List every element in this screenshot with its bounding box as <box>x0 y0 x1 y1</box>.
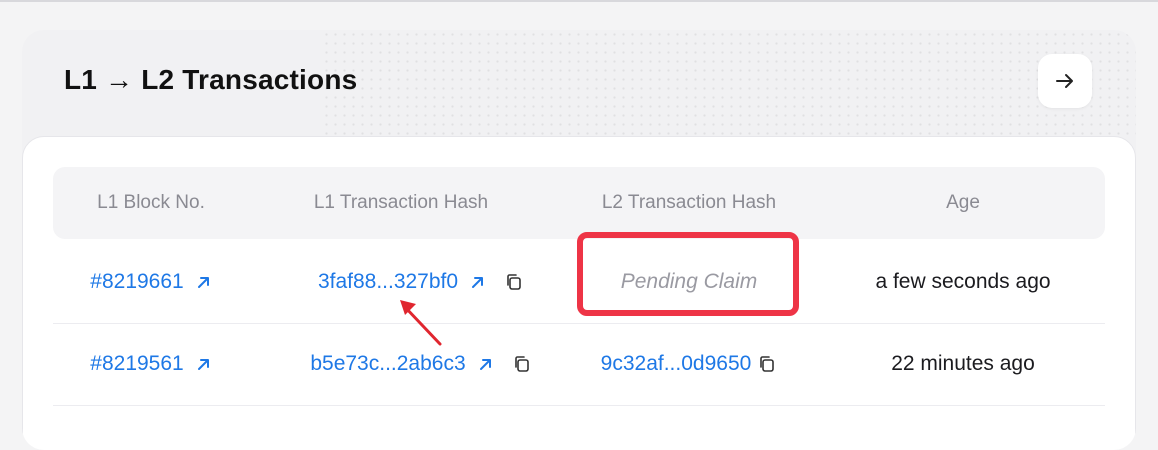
panel-title: L1 → L2 Transactions <box>64 64 358 95</box>
l1-block-link[interactable]: #8219561 <box>90 352 183 376</box>
table-row: #8219561 b5e73c...2ab6c3 9c32af...0d9650 <box>53 323 1105 406</box>
external-link-icon[interactable] <box>470 274 486 290</box>
copy-icon[interactable] <box>757 354 777 374</box>
annotation-highlight-box <box>577 232 799 316</box>
annotation-arrow-icon <box>400 300 442 346</box>
l1-block-cell: #8219661 <box>61 241 241 323</box>
top-divider <box>0 0 1158 2</box>
age-cell: 22 minutes ago <box>891 352 1035 375</box>
l1-block-link[interactable]: #8219661 <box>90 270 183 294</box>
external-link-icon[interactable] <box>478 356 494 372</box>
l1-hash-link[interactable]: b5e73c...2ab6c3 <box>310 352 465 376</box>
header-l1-block: L1 Block No. <box>97 192 205 213</box>
arrow-right-icon <box>1056 74 1073 88</box>
age-cell: a few seconds ago <box>875 270 1051 293</box>
l1-block-cell: #8219561 <box>61 323 241 405</box>
header-age: Age <box>946 192 980 213</box>
l2-hash-link[interactable]: 9c32af...0d9650 <box>601 352 752 376</box>
header-l2-hash: L2 Transaction Hash <box>601 192 777 213</box>
view-all-button[interactable] <box>1038 54 1092 108</box>
table-header: L1 Block No. L1 Transaction Hash L2 Tran… <box>53 167 1105 239</box>
table-row-partial <box>53 405 1105 445</box>
copy-icon[interactable] <box>512 354 532 374</box>
l2-hash-cell: 9c32af...0d9650 <box>567 323 811 405</box>
external-link-icon[interactable] <box>196 274 212 290</box>
copy-icon[interactable] <box>504 272 524 292</box>
header-l1-hash: L1 Transaction Hash <box>313 192 489 213</box>
external-link-icon[interactable] <box>196 356 212 372</box>
dot-pattern-background <box>322 30 1136 140</box>
